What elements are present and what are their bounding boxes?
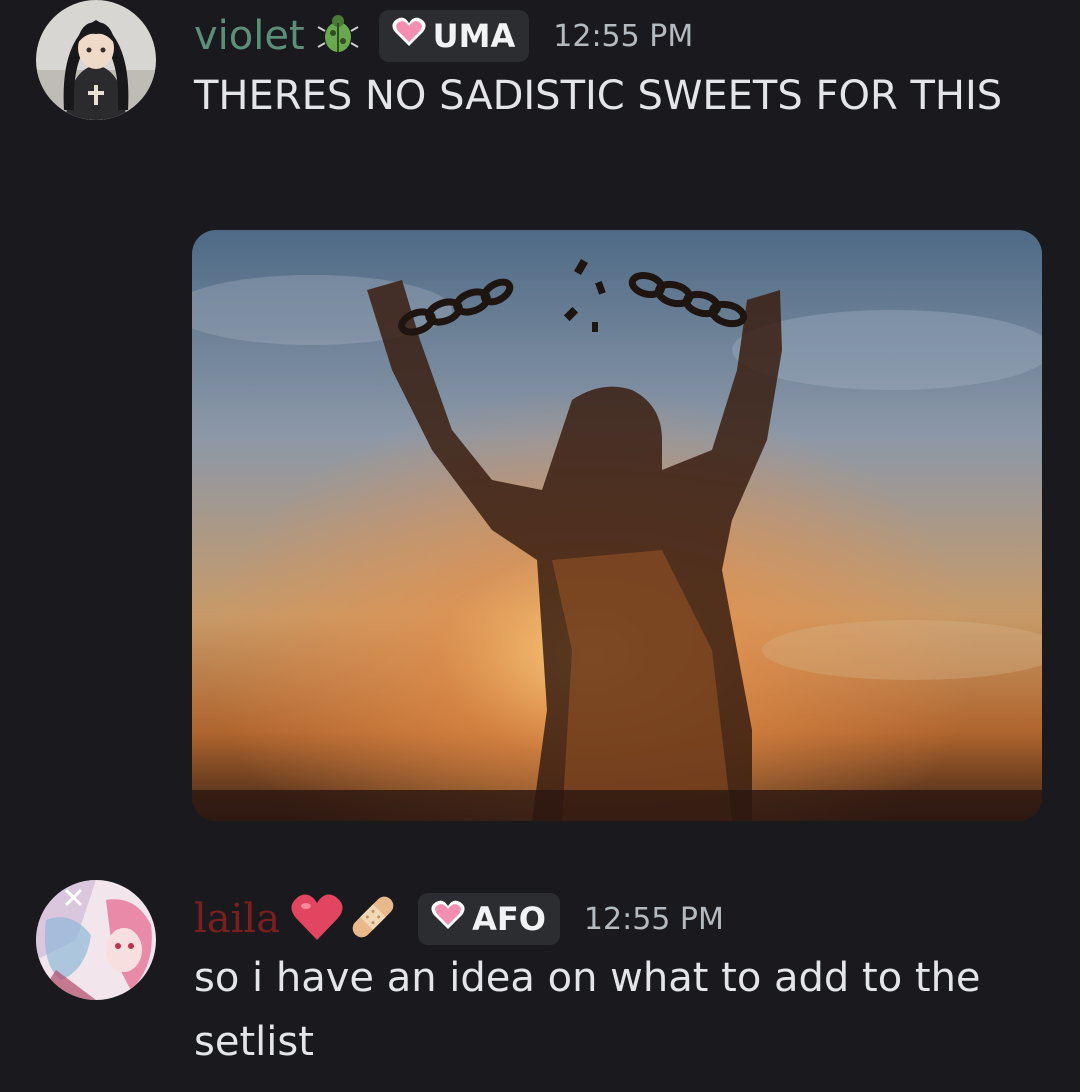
role-tag[interactable]: UMA <box>378 10 530 62</box>
pink-heart-icon <box>391 16 427 56</box>
image-attachment[interactable] <box>192 230 1042 821</box>
timestamp[interactable]: 12:55 PM <box>553 19 693 54</box>
beetle-icon <box>315 11 361 61</box>
message-header: laila AFO 12:55 PM <box>194 890 724 948</box>
pink-heart-icon <box>430 899 466 939</box>
timestamp[interactable]: 12:55 PM <box>584 902 724 937</box>
avatar-laila-image <box>36 880 156 1000</box>
attachment-image-chains <box>192 230 1042 821</box>
avatar-violet[interactable] <box>36 0 156 120</box>
message-text: so i have an idea on what to add to the … <box>194 955 981 1065</box>
message-text: THERES NO SADISTIC SWEETS FOR THIS <box>194 73 1003 119</box>
username[interactable]: laila <box>194 895 280 943</box>
role-tag[interactable]: AFO <box>418 893 560 945</box>
username[interactable]: violet <box>194 12 305 60</box>
bandage-icon <box>346 890 400 948</box>
avatar-violet-image <box>36 0 156 120</box>
role-tag-label: UMA <box>432 17 516 55</box>
role-tag-label: AFO <box>472 900 546 938</box>
message-header: violet UMA 12:55 PM <box>194 10 693 62</box>
red-heart-icon <box>290 892 344 946</box>
avatar-laila[interactable] <box>36 880 156 1000</box>
